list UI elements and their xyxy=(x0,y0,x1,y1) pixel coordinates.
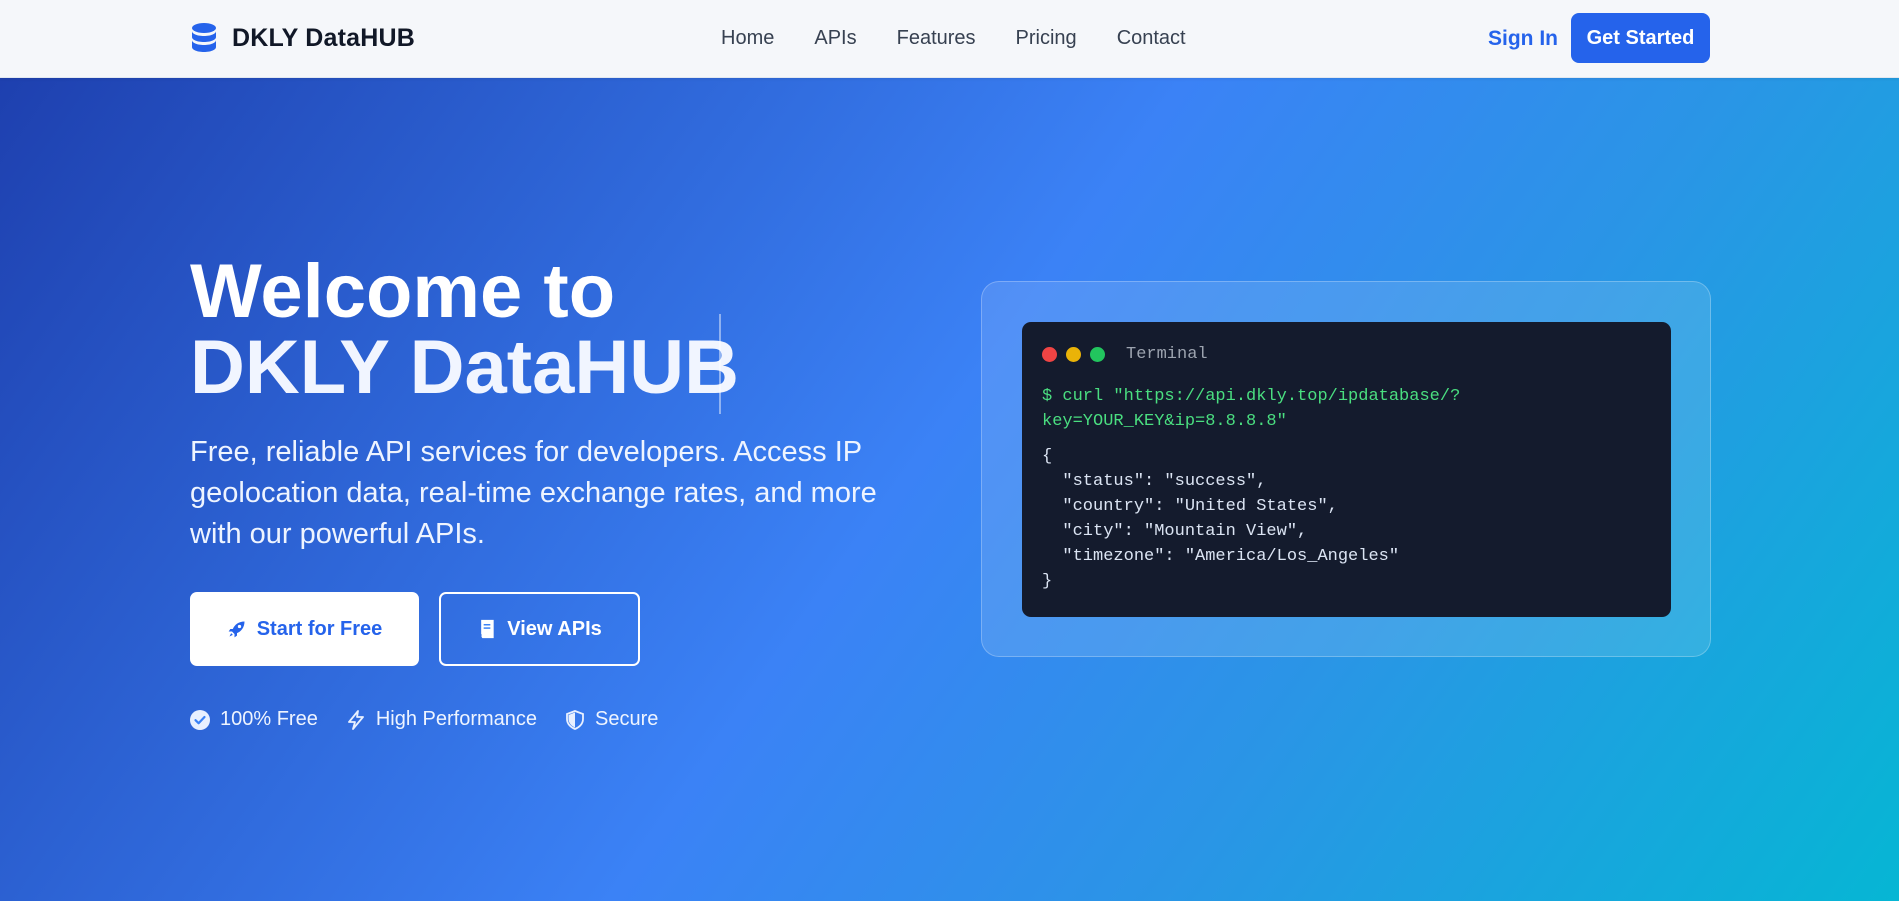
close-dot-icon xyxy=(1042,346,1057,362)
feature-secure: Secure xyxy=(565,708,658,731)
lightning-icon xyxy=(347,709,364,730)
feature-secure-label: Secure xyxy=(595,708,659,730)
top-navbar: DKLY DataHUB Home APIs Features Pricing … xyxy=(0,0,1899,78)
terminal-title: Terminal xyxy=(1126,344,1208,364)
terminal-window: Terminal $ curl "https://api.dkly.top/ip… xyxy=(1022,322,1671,617)
feature-list: 100% Free High Performance Secure xyxy=(190,708,658,731)
book-icon xyxy=(481,619,494,639)
minimize-dot-icon xyxy=(1066,346,1081,362)
terminal-card: Terminal $ curl "https://api.dkly.top/ip… xyxy=(981,281,1711,657)
nav-link-features[interactable]: Features xyxy=(897,27,976,50)
view-apis-label: View APIs xyxy=(507,617,602,640)
nav-link-home[interactable]: Home xyxy=(721,27,774,50)
nav-link-apis[interactable]: APIs xyxy=(814,27,856,50)
get-started-button[interactable]: Get Started xyxy=(1571,13,1710,63)
database-icon xyxy=(192,23,216,52)
brand-logo[interactable]: DKLY DataHUB xyxy=(190,22,415,54)
feature-performance: High Performance xyxy=(346,708,537,731)
typing-caret xyxy=(719,314,721,414)
feature-free: 100% Free xyxy=(190,708,318,731)
terminal-response: { "status": "success", "country": "Unite… xyxy=(1042,447,1400,591)
main-nav: Home APIs Features Pricing Contact xyxy=(721,27,1186,50)
brand-name: DKLY DataHUB xyxy=(232,23,416,52)
hero-section: Welcome to DKLY DataHUB Free, reliable A… xyxy=(0,78,1899,901)
check-circle-icon xyxy=(190,709,210,730)
terminal-command: $ curl "https://api.dkly.top/ipdatabase/… xyxy=(1042,387,1461,431)
hero-title: Welcome to DKLY DataHUB xyxy=(190,254,739,406)
nav-link-contact[interactable]: Contact xyxy=(1117,27,1186,50)
terminal-header: Terminal xyxy=(1042,344,1651,364)
view-apis-button[interactable]: View APIs xyxy=(439,592,640,666)
sign-in-link[interactable]: Sign In xyxy=(1488,27,1558,51)
feature-free-label: 100% Free xyxy=(220,708,318,730)
start-for-free-button[interactable]: Start for Free xyxy=(190,592,419,666)
rocket-icon xyxy=(228,621,245,638)
hero-title-line2: DKLY DataHUB xyxy=(190,325,740,410)
hero-description: Free, reliable API services for develope… xyxy=(190,436,877,550)
start-for-free-label: Start for Free xyxy=(256,617,383,640)
maximize-dot-icon xyxy=(1090,346,1105,362)
feature-performance-label: High Performance xyxy=(375,708,538,730)
nav-link-pricing[interactable]: Pricing xyxy=(1016,27,1077,50)
shield-icon xyxy=(566,709,584,730)
hero-title-line1: Welcome to xyxy=(190,249,616,334)
